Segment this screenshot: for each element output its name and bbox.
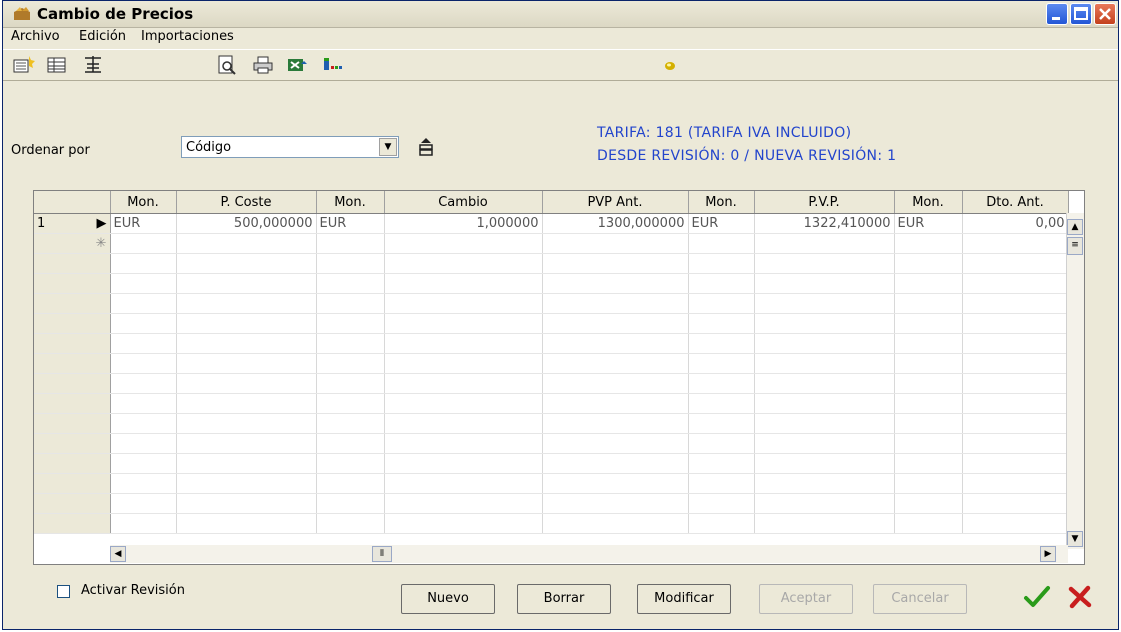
scroll-left-icon[interactable]: ◀: [110, 546, 126, 562]
prices-table: Mon. P. Coste Mon. Cambio PVP Ant. Mon. …: [34, 191, 1069, 534]
add-rows-icon[interactable]: [81, 54, 105, 76]
cancelar-button[interactable]: Cancelar: [873, 584, 967, 614]
scroll-up-icon[interactable]: ▲: [1067, 219, 1083, 235]
close-button[interactable]: [1094, 3, 1116, 25]
nuevo-button[interactable]: Nuevo: [401, 584, 495, 614]
accept-check-icon[interactable]: [1023, 585, 1051, 609]
maximize-button[interactable]: [1070, 3, 1092, 25]
sort-toggle-icon[interactable]: [417, 137, 435, 157]
table-cell[interactable]: EUR: [316, 213, 385, 234]
close-icon: [1099, 8, 1111, 20]
empty-row: [34, 313, 1069, 334]
empty-row: [34, 353, 1069, 374]
column-header[interactable]: PVP Ant.: [542, 191, 689, 214]
scroll-right-icon[interactable]: ▶: [1040, 546, 1056, 562]
activar-revision-checkbox[interactable]: [57, 585, 70, 598]
empty-row: [34, 433, 1069, 454]
new-row[interactable]: ✳: [34, 233, 1069, 254]
table-cell[interactable]: 0,00: [962, 213, 1069, 234]
column-header[interactable]: Cambio: [384, 191, 543, 214]
empty-row: [34, 473, 1069, 494]
main-window: Cambio de Precios Archivo Edición Import…: [2, 0, 1119, 630]
table-row[interactable]: 1 ▶ EUR 500,000000 EUR 1,000000 1300,0000…: [34, 213, 1069, 234]
empty-row: [34, 293, 1069, 314]
maximize-icon: [1074, 7, 1088, 20]
tarifa-info: TARIFA: 181 (TARIFA IVA INCLUIDO): [597, 125, 852, 141]
table-cell[interactable]: 1322,410000: [754, 213, 895, 234]
toolbar: [3, 49, 1118, 81]
borrar-button[interactable]: Borrar: [517, 584, 611, 614]
column-header[interactable]: P.V.P.: [754, 191, 895, 214]
print-icon[interactable]: [251, 54, 275, 76]
row-index: 1: [37, 216, 46, 231]
table-cell[interactable]: EUR: [688, 213, 755, 234]
cancel-x-icon[interactable]: [1067, 584, 1093, 610]
column-header[interactable]: Mon.: [894, 191, 963, 214]
column-header[interactable]: Dto. Ant.: [962, 191, 1069, 214]
table-cell[interactable]: EUR: [894, 213, 963, 234]
minimize-button[interactable]: [1046, 3, 1068, 25]
column-header[interactable]: Mon.: [110, 191, 177, 214]
modificar-button[interactable]: Modificar: [637, 584, 731, 614]
column-header[interactable]: Mon.: [316, 191, 385, 214]
column-header[interactable]: Mon.: [688, 191, 755, 214]
empty-row: [34, 393, 1069, 414]
title-bar[interactable]: Cambio de Precios: [3, 1, 1118, 28]
excel-export-icon[interactable]: [285, 54, 309, 76]
current-row-marker-icon: ▶: [96, 216, 107, 231]
empty-row: [34, 373, 1069, 394]
minimize-icon: [1052, 17, 1060, 20]
menu-archivo[interactable]: Archivo: [11, 29, 60, 44]
column-header[interactable]: [34, 191, 111, 214]
empty-row: [34, 493, 1069, 514]
aceptar-button[interactable]: Aceptar: [759, 584, 853, 614]
empty-row: [34, 413, 1069, 434]
hscroll-thumb[interactable]: ⦀: [372, 546, 392, 562]
empty-row: [34, 273, 1069, 294]
activar-revision-label: Activar Revisión: [81, 583, 185, 598]
chevron-down-icon[interactable]: ▼: [379, 138, 397, 156]
horizontal-scrollbar[interactable]: ◀ ⦀ ▶: [110, 545, 1068, 563]
window-title: Cambio de Precios: [37, 5, 194, 23]
empty-row: [34, 513, 1069, 534]
column-header[interactable]: P. Coste: [176, 191, 317, 214]
prices-grid[interactable]: Mon. P. Coste Mon. Cambio PVP Ant. Mon. …: [33, 190, 1085, 565]
order-by-value: Código: [186, 140, 232, 155]
revision-info: DESDE REVISIÓN: 0 / NUEVA REVISIÓN: 1: [597, 148, 897, 164]
scroll-thumb[interactable]: ≡: [1067, 237, 1083, 255]
status-led-icon: [665, 62, 675, 70]
app-icon: [14, 7, 30, 20]
empty-row: [34, 453, 1069, 474]
table-cell[interactable]: 1300,000000: [542, 213, 689, 234]
table-cell[interactable]: 1,000000: [384, 213, 543, 234]
scroll-down-icon[interactable]: ▼: [1067, 531, 1083, 547]
new-record-icon[interactable]: [11, 54, 35, 76]
menu-importaciones[interactable]: Importaciones: [141, 29, 234, 44]
table-header-row: Mon. P. Coste Mon. Cambio PVP Ant. Mon. …: [34, 191, 1069, 214]
empty-row: [34, 253, 1069, 274]
row-header[interactable]: 1 ▶: [34, 213, 111, 234]
table-cell[interactable]: 500,000000: [176, 213, 317, 234]
grid-view-icon[interactable]: [45, 54, 69, 76]
menu-edicion[interactable]: Edición: [79, 29, 126, 44]
new-row-marker-icon: ✳: [34, 233, 111, 254]
menu-bar: Archivo Edición Importaciones: [3, 27, 1118, 47]
order-by-label: Ordenar por: [11, 143, 90, 158]
table-cell[interactable]: EUR: [110, 213, 177, 234]
columns-icon[interactable]: [321, 54, 345, 76]
vertical-scrollbar[interactable]: ▲ ≡ ▼: [1066, 213, 1084, 549]
order-by-select[interactable]: Código ▼: [181, 136, 399, 158]
empty-row: [34, 333, 1069, 354]
print-preview-icon[interactable]: [215, 54, 239, 76]
